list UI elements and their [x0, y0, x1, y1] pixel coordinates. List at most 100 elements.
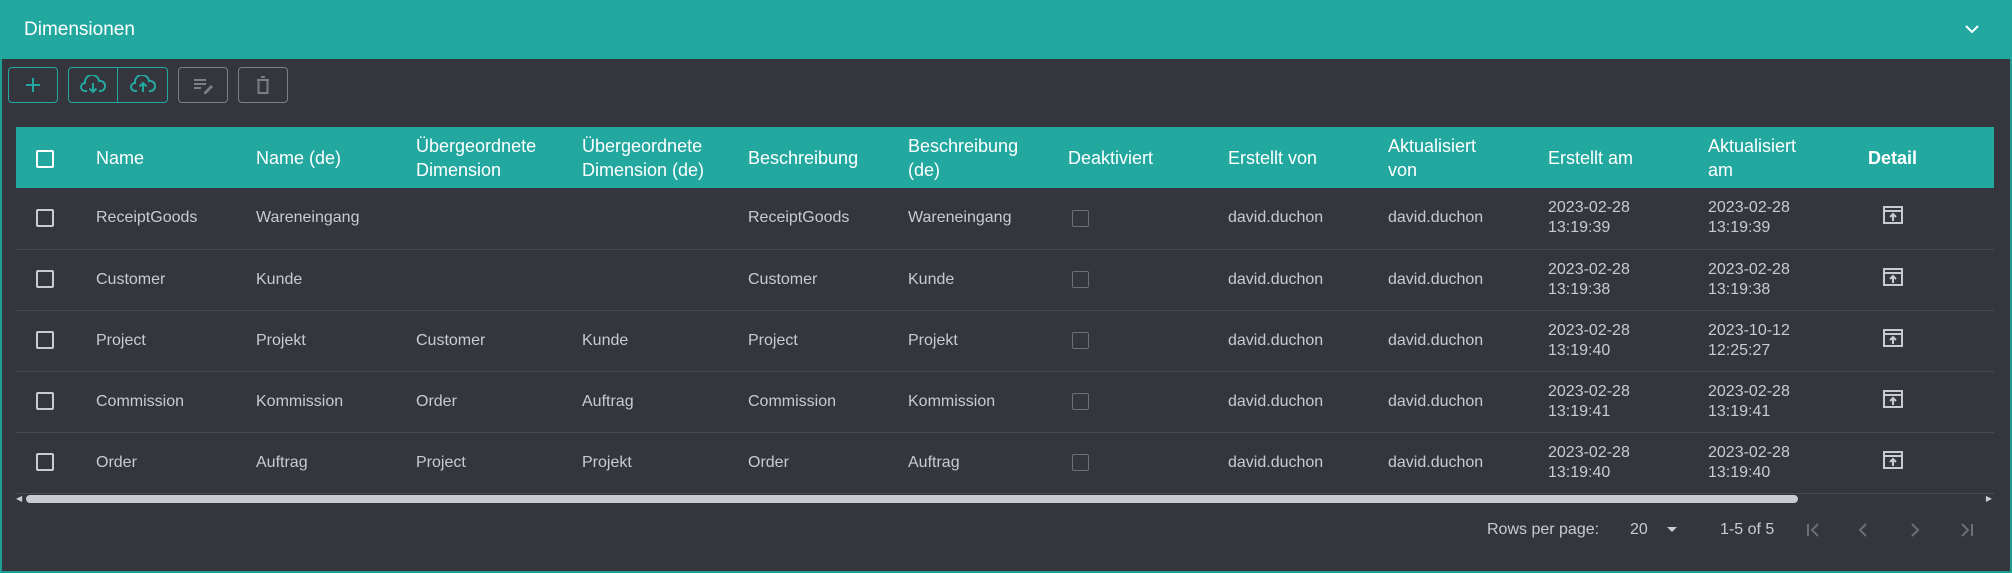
- row-checkbox[interactable]: [36, 209, 54, 228]
- table-row[interactable]: Commission Kommission Order Auftrag Commissi…: [16, 371, 1994, 432]
- upload-button[interactable]: [118, 67, 168, 103]
- cell-name-de: Wareneingang: [256, 209, 360, 227]
- cell-parent: [416, 249, 582, 310]
- horizontal-scrollbar[interactable]: ◀ ▶: [16, 493, 1994, 505]
- scrollbar-thumb[interactable]: [26, 495, 1798, 503]
- scroll-left-arrow-icon[interactable]: ◀: [16, 494, 22, 504]
- select-all-checkbox[interactable]: [36, 149, 54, 168]
- plus-icon: [26, 78, 40, 92]
- cell-description: Commission: [748, 392, 837, 410]
- header-line: Beschreibung: [908, 135, 1019, 156]
- cell-name-de: Kunde: [256, 270, 303, 288]
- table-row[interactable]: Order Auftrag Project Projekt Order Auftrag da…: [16, 432, 1994, 493]
- updated-date: 2023-02-28: [1708, 260, 1790, 278]
- first-page-icon[interactable]: [1802, 519, 1824, 541]
- header-line: von: [1388, 159, 1418, 180]
- cell-name: Customer: [96, 270, 166, 288]
- cell-parent-de: Kunde: [582, 331, 629, 349]
- column-header-description-de[interactable]: Beschreibung (de): [908, 127, 1068, 188]
- created-time: 13:19:38: [1548, 280, 1611, 298]
- last-page-icon[interactable]: [1956, 519, 1978, 541]
- created-date: 2023-02-28: [1548, 382, 1630, 400]
- open-detail-icon[interactable]: [1882, 388, 1904, 416]
- column-header-deactivated[interactable]: Deaktiviert: [1068, 127, 1228, 188]
- updated-date: 2023-02-28: [1708, 199, 1790, 217]
- updated-date: 2023-02-28: [1708, 382, 1790, 400]
- cell-description: Order: [748, 453, 789, 471]
- dropdown-arrow-icon[interactable]: [1666, 526, 1678, 534]
- delete-button[interactable]: [238, 67, 288, 103]
- cell-created-by: david.duchon: [1228, 209, 1324, 227]
- chevron-down-icon[interactable]: [1960, 17, 1984, 41]
- cell-updated-by: david.duchon: [1388, 209, 1484, 227]
- download-button[interactable]: [68, 67, 118, 103]
- table-row[interactable]: ReceiptGoods Wareneingang ReceiptGoods Ware…: [16, 188, 1994, 249]
- cell-created-at: 2023-02-28 13:19:41: [1548, 371, 1708, 432]
- open-detail-icon[interactable]: [1882, 327, 1904, 355]
- cloud-download-icon: [80, 75, 106, 94]
- column-header-parent[interactable]: Übergeordnete Dimension: [416, 127, 582, 188]
- cell-created-by: david.duchon: [1228, 453, 1324, 471]
- next-page-icon[interactable]: [1904, 519, 1926, 541]
- rows-per-page-select[interactable]: 20: [1630, 521, 1648, 539]
- deactivated-checkbox[interactable]: [1072, 392, 1089, 410]
- cell-updated-at: 2023-02-28 13:19:38: [1708, 249, 1868, 310]
- cell-name: Order: [96, 453, 137, 471]
- column-header-parent-de[interactable]: Übergeordnete Dimension (de): [582, 127, 748, 188]
- previous-page-icon[interactable]: [1852, 519, 1874, 541]
- table-row[interactable]: Project Projekt Customer Kunde Project Projek…: [16, 310, 1994, 371]
- cell-parent: Customer: [416, 331, 486, 349]
- deactivated-checkbox[interactable]: [1072, 209, 1089, 227]
- column-header-name[interactable]: Name: [96, 127, 256, 188]
- cell-name-de: Projekt: [256, 331, 306, 349]
- row-checkbox[interactable]: [36, 392, 54, 411]
- column-header-updated-at[interactable]: Aktualisiert am: [1708, 127, 1868, 188]
- row-checkbox[interactable]: [36, 453, 54, 472]
- created-date: 2023-02-28: [1548, 260, 1630, 278]
- pagination-bar: Rows per page: 20 1-5 of 5: [0, 515, 2012, 545]
- created-time: 13:19:41: [1548, 402, 1611, 420]
- cell-updated-at: 2023-02-28 13:19:39: [1708, 188, 1868, 249]
- scroll-right-arrow-icon[interactable]: ▶: [1986, 494, 1992, 504]
- panel-header[interactable]: Dimensionen: [0, 0, 2012, 59]
- created-time: 13:19:40: [1548, 463, 1611, 481]
- cell-description-de: Kommission: [908, 392, 996, 410]
- table-row[interactable]: Customer Kunde Customer Kunde david.duchon da…: [16, 249, 1994, 310]
- column-header-name-de[interactable]: Name (de): [256, 127, 416, 188]
- column-header-created-at[interactable]: Erstellt am: [1548, 127, 1708, 188]
- cell-description-de: Wareneingang: [908, 209, 1012, 227]
- updated-time: 13:19:40: [1708, 463, 1771, 481]
- header-line: (de): [908, 159, 941, 180]
- cell-parent: [416, 188, 582, 249]
- deactivated-checkbox[interactable]: [1072, 270, 1089, 288]
- updated-date: 2023-10-12: [1708, 321, 1790, 339]
- row-checkbox[interactable]: [36, 270, 54, 289]
- edit-button[interactable]: [178, 67, 228, 103]
- deactivated-checkbox[interactable]: [1072, 453, 1089, 471]
- cell-parent-de: [582, 249, 748, 310]
- cell-created-by: david.duchon: [1228, 270, 1324, 288]
- column-header-description[interactable]: Beschreibung: [748, 127, 908, 188]
- updated-time: 13:19:38: [1708, 280, 1771, 298]
- cell-updated-by: david.duchon: [1388, 331, 1484, 349]
- column-header-updated-by[interactable]: Aktualisiert von: [1388, 127, 1548, 188]
- cell-parent-de: [582, 188, 748, 249]
- cell-name: Project: [96, 331, 146, 349]
- open-detail-icon[interactable]: [1882, 204, 1904, 232]
- deactivated-checkbox[interactable]: [1072, 331, 1089, 349]
- open-detail-icon[interactable]: [1882, 449, 1904, 477]
- cell-updated-at: 2023-02-28 13:19:40: [1708, 432, 1868, 493]
- row-checkbox[interactable]: [36, 331, 54, 350]
- add-button[interactable]: [8, 67, 58, 103]
- panel-title: Dimensionen: [24, 18, 135, 40]
- cell-created-at: 2023-02-28 13:19:39: [1548, 188, 1708, 249]
- header-line: Übergeordnete: [582, 135, 703, 156]
- open-detail-icon[interactable]: [1882, 266, 1904, 294]
- column-header-created-by[interactable]: Erstellt von: [1228, 127, 1388, 188]
- header-line: Aktualisiert: [1708, 135, 1797, 156]
- cell-created-by: david.duchon: [1228, 331, 1324, 349]
- updated-date: 2023-02-28: [1708, 443, 1790, 461]
- cell-updated-at: 2023-02-28 13:19:41: [1708, 371, 1868, 432]
- cell-parent: Project: [416, 453, 466, 471]
- cell-description: ReceiptGoods: [748, 209, 850, 227]
